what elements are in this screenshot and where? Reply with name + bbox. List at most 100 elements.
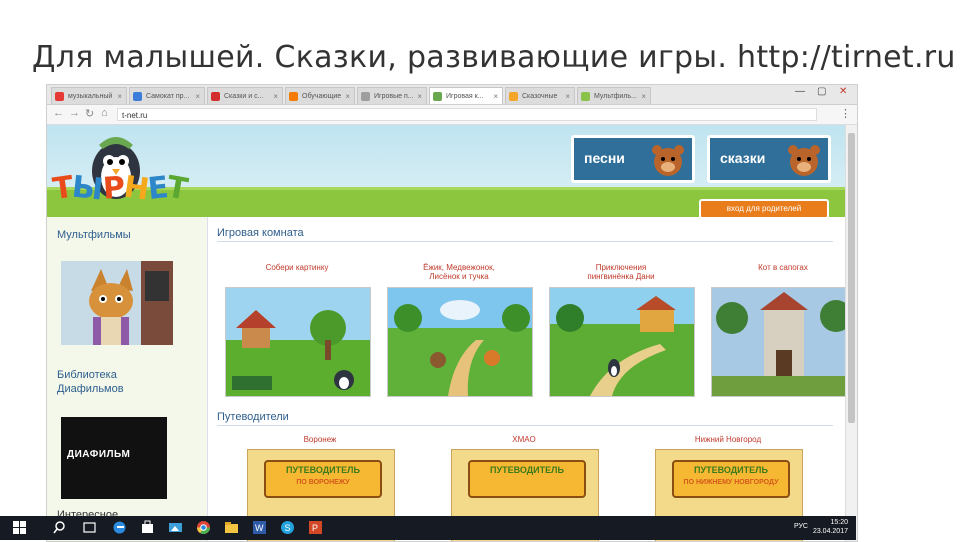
game-label[interactable]: Собери картинку [217,263,377,272]
guide-city-label[interactable]: ХМАО [451,435,597,444]
minimize-icon[interactable]: — [795,86,805,97]
task-view-icon[interactable] [82,520,97,535]
close-tab-icon[interactable]: × [493,88,498,104]
guides-heading: Путеводители [217,411,289,423]
taskbar: W S P РУС 15:20 23.04.2017 [0,516,856,540]
chrome-icon[interactable] [196,520,211,535]
powerpoint-icon[interactable]: P [308,520,323,535]
web-page: ТЫРНЕТ песни сказки вход для родителей М… [47,125,845,541]
game-label[interactable]: Ёжик, Медвежонок, Лисёнок и тучка [379,263,539,281]
browser-window: музыкальный × Самокат пр... × Сказки и с… [46,84,858,542]
language-indicator[interactable]: РУС [794,523,808,530]
cartoon-cat-thumbnail[interactable] [61,261,173,345]
tab-label: Мультфиль... [594,93,637,100]
game-thumbnail-puss-in-boots[interactable] [711,287,845,397]
game-thumbnail-hedgehog[interactable] [387,287,533,397]
filmstrip-logo-thumbnail[interactable]: ДИАФИЛЬМ [61,417,167,499]
tab-label: Обучающие [302,93,342,100]
guide-city-label[interactable]: Воронеж [247,435,393,444]
tales-card[interactable]: сказки [707,135,831,183]
clock-date: 23.04.2017 [812,528,848,535]
forward-arrow-icon[interactable]: → [69,107,80,119]
close-tab-icon[interactable]: × [273,88,278,104]
tales-card-label: сказки [720,150,766,166]
tab-favicon-icon [361,92,370,101]
url-input[interactable]: t-net.ru [117,108,817,121]
tab-educational[interactable]: Обучающие × [285,87,355,104]
edge-icon[interactable] [112,520,127,535]
sidebar-link-library[interactable]: Библиотека [57,369,117,381]
game-label[interactable]: Кот в сапогах [703,263,845,272]
guide-banner-title: ПУТЕВОДИТЕЛЬ [490,465,564,475]
word-icon[interactable]: W [252,520,267,535]
tab-fairytales[interactable]: Сказки и с... × [207,87,283,104]
scrollbar-thumb[interactable] [848,133,855,423]
system-clock[interactable]: 15:20 23.04.2017 [813,518,848,536]
songs-card[interactable]: песни [571,135,695,183]
home-icon[interactable]: ⌂ [101,107,108,119]
guide-banner: ПУТЕВОДИТЕЛЬ [468,460,586,498]
bear-icon [652,145,684,176]
playroom-heading: Игровая комната [217,227,304,239]
svg-text:P: P [312,523,318,533]
logo-letter: Ы [70,169,105,208]
close-tab-icon[interactable]: × [417,88,422,104]
tab-games[interactable]: Игровые п... × [357,87,427,104]
tab-favicon-icon [433,92,442,101]
photos-icon[interactable] [168,520,183,535]
svg-text:S: S [285,523,291,533]
tab-label: Самокат пр... [146,93,190,100]
site-logo[interactable]: ТЫРНЕТ [51,169,190,208]
menu-icon[interactable]: ⋮ [840,107,851,120]
tab-cartoons[interactable]: Мультфиль... × [577,87,651,104]
tab-fairy[interactable]: Сказочные × [505,87,575,104]
content-area: Мультфильмы Библиотека Диафильмов ДИАФИЛ… [47,217,845,541]
tab-playroom[interactable]: Игровая к... × [429,87,503,104]
guide-city-label[interactable]: Нижний Новгород [655,435,801,444]
back-arrow-icon[interactable]: ← [53,107,64,119]
close-tab-icon[interactable]: × [117,88,122,104]
tab-label: Игровая к... [446,93,484,100]
section-divider [217,425,833,426]
close-tab-icon[interactable]: × [345,88,350,104]
game-thumbnail-puzzle[interactable] [225,287,371,397]
game-label[interactable]: Приключения пингвинёнка Дани [541,263,701,281]
vertical-scrollbar[interactable] [845,125,857,541]
guide-banner-title: ПУТЕВОДИТЕЛЬ [286,465,360,475]
sidebar-link-library-line2[interactable]: Диафильмов [57,383,124,395]
close-tab-icon[interactable]: × [641,88,646,104]
close-tab-icon[interactable]: × [195,88,200,104]
tab-favicon-icon [133,92,142,101]
reload-icon[interactable]: ↻ [85,107,94,120]
tab-favicon-icon [509,92,518,101]
tab-favicon-icon [211,92,220,101]
game-label-line: Собери картинку [265,263,329,272]
game-label-line: Приключения [595,263,647,272]
tab-favicon-icon [289,92,298,101]
logo-letter: Т [164,169,190,208]
maximize-icon[interactable]: ▢ [817,86,826,97]
game-label-line: Кот в сапогах [758,263,808,272]
tab-favicon-icon [55,92,64,101]
sidebar: Мультфильмы Библиотека Диафильмов ДИАФИЛ… [47,217,208,541]
close-window-icon[interactable]: ✕ [839,86,847,97]
game-thumbnail-penguin[interactable] [549,287,695,397]
parent-login-button[interactable]: вход для родителей [699,199,829,219]
game-label-line: Лисёнок и тучка [429,272,489,281]
search-icon[interactable] [52,520,67,535]
filmstrip-logo-text: ДИАФИЛЬМ [67,449,131,460]
guide-banner-subtitle: ПО ВОРОНЕЖУ [296,479,350,486]
bear-icon [788,145,820,176]
store-icon[interactable] [140,520,155,535]
svg-text:W: W [255,523,264,533]
skype-icon[interactable]: S [280,520,295,535]
windows-start-icon[interactable] [12,520,27,535]
site-header: ТЫРНЕТ песни сказки вход для родителей [47,125,845,220]
game-label-line: пингвинёнка Дани [587,272,655,281]
file-explorer-icon[interactable] [224,520,239,535]
tab-samokat[interactable]: Самокат пр... × [129,87,205,104]
close-tab-icon[interactable]: × [565,88,570,104]
tab-music[interactable]: музыкальный × [51,87,127,104]
tab-label: Сказки и с... [224,93,264,100]
sidebar-link-cartoons[interactable]: Мультфильмы [57,229,131,241]
